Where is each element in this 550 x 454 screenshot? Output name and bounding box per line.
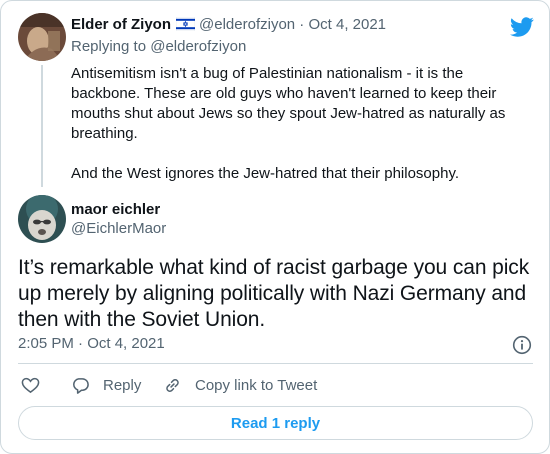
parent-tweet-text: Antisemitism isn't a bug of Palestinian … [71, 64, 521, 184]
replying-to-line: Replying to @elderofziyon [71, 37, 246, 57]
reply-button[interactable]: Reply [71, 374, 141, 396]
read-replies-button[interactable]: Read 1 reply [18, 406, 533, 440]
read-replies-label: Read 1 reply [230, 414, 321, 432]
divider [18, 363, 533, 364]
reply-icon [71, 376, 90, 395]
twitter-bird-icon[interactable] [510, 15, 534, 39]
embedded-tweet-card: Elder of Ziyon @elderofziyon · Oct 4, 202… [0, 0, 550, 454]
parent-paragraph: And the West ignores the Jew-hatred that… [71, 165, 460, 182]
header-separator: · [299, 16, 305, 33]
heart-icon [21, 376, 40, 395]
tweet-text: It’s remarkable what kind of racist garb… [18, 256, 530, 331]
maor-eichler-avatar[interactable] [18, 195, 66, 243]
parent-tweet-header: Elder of Ziyon @elderofziyon · Oct 4, 202… [71, 15, 386, 35]
parent-tweet-date[interactable]: Oct 4, 2021 [308, 16, 386, 33]
parent-author-name[interactable]: Elder of Ziyon [71, 16, 171, 33]
parent-author-handle[interactable]: @elderofziyon [199, 16, 295, 33]
parent-paragraph: Antisemitism isn't a bug of Palestinian … [71, 65, 506, 142]
like-button[interactable] [21, 374, 40, 396]
reply-label: Reply [103, 376, 142, 394]
tweet-timestamp[interactable]: 2:05 PM · Oct 4, 2021 [18, 334, 165, 354]
link-icon [163, 376, 182, 395]
copy-link-button[interactable]: Copy link to Tweet [163, 374, 317, 396]
elder-of-ziyon-avatar[interactable] [18, 13, 66, 61]
thread-connector-line [41, 65, 43, 187]
replying-to-handle[interactable]: @elderofziyon [150, 38, 246, 55]
tweet-author-handle[interactable]: @EichlerMaor [71, 219, 166, 239]
israel-flag-icon [176, 17, 196, 31]
info-icon[interactable] [512, 335, 532, 355]
replying-to-prefix: Replying to [71, 38, 151, 55]
tweet-author-name[interactable]: maor eichler [71, 200, 160, 220]
copy-link-label: Copy link to Tweet [195, 376, 318, 394]
